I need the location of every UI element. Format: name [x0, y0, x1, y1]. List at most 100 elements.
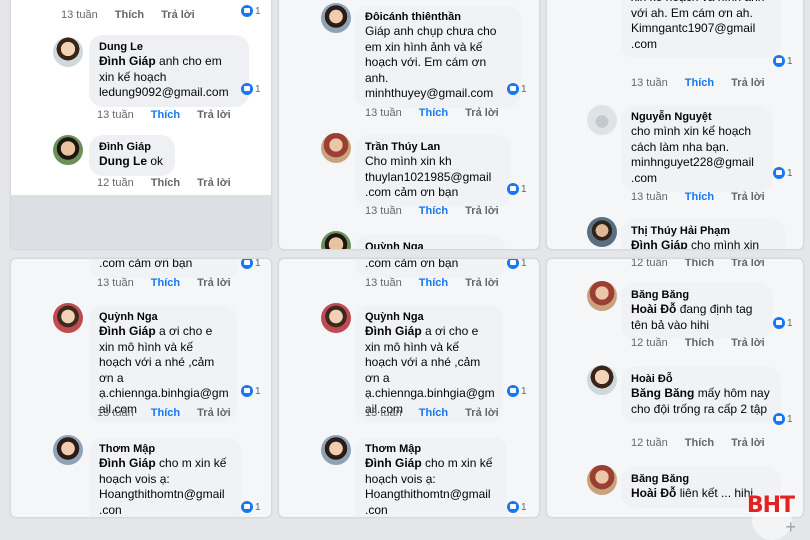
avatar[interactable] — [53, 135, 83, 165]
reply-button[interactable]: Trả lời — [161, 9, 195, 21]
reply-button[interactable]: Trả lời — [465, 107, 499, 119]
reply-button[interactable]: Trả lời — [197, 407, 231, 419]
reply-button[interactable]: Trả lời — [197, 177, 231, 189]
reaction-count[interactable]: 1 — [773, 413, 793, 425]
comment-actions: 12 tuần Thích Trả lời — [97, 177, 231, 189]
like-button[interactable]: Thích — [685, 77, 714, 89]
reaction-count[interactable]: 1 — [507, 83, 527, 95]
like-button[interactable]: Thích — [685, 259, 714, 269]
commenter-name[interactable]: Thơm Mập — [99, 442, 231, 456]
reaction-count[interactable]: 1 — [507, 385, 527, 397]
comment-panel-5: .com cảm ơn bạn 13 tuần Thích Trả lời 1 … — [278, 258, 540, 518]
avatar[interactable] — [321, 435, 351, 465]
reply-button[interactable]: Trả lời — [465, 407, 499, 419]
like-button[interactable]: Thích — [685, 191, 714, 203]
like-button[interactable]: Thích — [151, 109, 180, 121]
comment-actions: 13 tuần Thích Trả lời — [365, 407, 499, 419]
comment-actions: 13 tuần Thích Trả lời — [97, 407, 231, 419]
reply-button[interactable]: Trả lời — [465, 205, 499, 217]
like-reaction-icon — [773, 413, 785, 425]
like-button[interactable]: Thích — [419, 205, 448, 217]
reply-button[interactable]: Trả lời — [731, 191, 765, 203]
commenter-name[interactable]: Hoài Đỗ — [631, 372, 771, 386]
comment-panel-2: Đôicánh thiênthần Giáp anh chụp chưa cho… — [278, 0, 540, 250]
reaction-count[interactable]: 1 — [241, 259, 261, 269]
mention-tag[interactable]: Băng Băng — [631, 386, 694, 400]
like-reaction-icon — [241, 501, 253, 513]
reply-button[interactable]: Trả lời — [731, 259, 765, 269]
comment-bubble: Trần Thúy Lan Cho mình xin kh thuylan102… — [355, 135, 511, 207]
reply-button[interactable]: Trả lời — [731, 337, 765, 349]
reaction-count[interactable]: 1 — [241, 5, 261, 17]
reply-button[interactable]: Trả lời — [731, 437, 765, 449]
avatar[interactable] — [53, 435, 83, 465]
commenter-name[interactable]: Đình Giáp — [99, 140, 165, 154]
avatar[interactable] — [587, 281, 617, 311]
reply-button[interactable]: Trả lời — [731, 77, 765, 89]
mention-tag[interactable]: Đình Giáp — [99, 324, 156, 338]
reaction-count[interactable]: 1 — [773, 55, 793, 67]
commenter-name[interactable]: Quỳnh Nga — [99, 310, 227, 324]
like-reaction-icon — [507, 501, 519, 513]
reply-button[interactable]: Trả lời — [197, 277, 231, 289]
mention-tag[interactable]: Hoài Đỗ — [631, 302, 676, 316]
commenter-name[interactable]: Thị Thúy Hải Phạm — [631, 224, 775, 238]
commenter-name[interactable]: Băng Băng — [631, 288, 763, 302]
like-reaction-icon — [241, 259, 253, 269]
mention-tag[interactable]: Đình Giáp — [99, 456, 156, 470]
avatar[interactable] — [587, 365, 617, 395]
reaction-count[interactable]: 1 — [507, 259, 527, 269]
avatar[interactable] — [321, 3, 351, 33]
like-button[interactable]: Thích — [151, 407, 180, 419]
reaction-count[interactable]: 1 — [507, 183, 527, 195]
like-button[interactable]: Thích — [419, 107, 448, 119]
mention-tag[interactable]: Đình Giáp — [365, 456, 422, 470]
mention-tag[interactable]: Đình Giáp — [99, 54, 156, 68]
avatar[interactable] — [587, 105, 617, 135]
reaction-count[interactable]: 1 — [773, 317, 793, 329]
like-button[interactable]: Thích — [685, 437, 714, 449]
reply-button[interactable]: Trả lời — [197, 109, 231, 121]
like-button[interactable]: Thích — [151, 177, 180, 189]
comment-bubble: .com cảm ơn bạn — [89, 259, 239, 278]
mention-tag[interactable]: Đình Giáp — [365, 324, 422, 338]
avatar[interactable] — [321, 133, 351, 163]
like-reaction-icon — [241, 385, 253, 397]
commenter-name[interactable]: Trần Thúy Lan — [365, 140, 501, 154]
mention-tag[interactable]: Đình Giáp — [631, 238, 688, 249]
reaction-count[interactable]: 1 — [507, 501, 527, 513]
commenter-name[interactable]: Băng Băng — [631, 472, 771, 486]
commenter-name[interactable]: Đôicánh thiênthần — [365, 10, 511, 24]
comment-bubble: Quỳnh Nga Đình Giáp a ơi cho e xin mô hì… — [89, 305, 237, 423]
like-button[interactable]: Thích — [419, 277, 448, 289]
commenter-name[interactable]: Quỳnh Nga — [365, 310, 493, 324]
avatar[interactable] — [587, 217, 617, 247]
avatar[interactable] — [53, 37, 83, 67]
commenter-name[interactable]: Quỳnh Nga — [365, 240, 495, 249]
comment-actions: 13 tuần Thích Trả lời — [631, 191, 765, 203]
like-button[interactable]: Thích — [151, 277, 180, 289]
mention-tag[interactable]: Hoài Đỗ — [631, 486, 676, 500]
comment-actions: 13 tuần Thích Trả lời — [97, 109, 231, 121]
avatar[interactable] — [321, 231, 351, 249]
reaction-count[interactable]: 1 — [241, 385, 261, 397]
reaction-count[interactable]: 1 — [773, 167, 793, 179]
commenter-name[interactable]: Dung Le — [99, 40, 239, 54]
plus-icon: + — [785, 517, 796, 537]
reaction-count[interactable]: 1 — [241, 83, 261, 95]
comment-bubble: Thơm Mập Đình Giáp cho m xin kế hoạch vo… — [89, 437, 241, 517]
avatar[interactable] — [587, 465, 617, 495]
like-reaction-icon — [507, 183, 519, 195]
like-button[interactable]: Thích — [115, 9, 144, 21]
avatar[interactable] — [321, 303, 351, 333]
reply-button[interactable]: Trả lời — [465, 277, 499, 289]
mention-tag[interactable]: Dung Le — [99, 154, 147, 168]
commenter-name[interactable]: Thơm Mập — [365, 442, 497, 456]
like-button[interactable]: Thích — [419, 407, 448, 419]
like-button[interactable]: Thích — [685, 337, 714, 349]
commenter-name[interactable]: Nguyễn Nguyệt — [631, 110, 763, 124]
reaction-count[interactable]: 1 — [241, 501, 261, 513]
comment-bubble: Nguyễn Nguyệt cho mình xin kế hoạch cách… — [621, 105, 773, 192]
comment-panel-6: 12 tuần Thích Trả lời Băng Băng Hoài Đỗ … — [546, 258, 804, 518]
avatar[interactable] — [53, 303, 83, 333]
